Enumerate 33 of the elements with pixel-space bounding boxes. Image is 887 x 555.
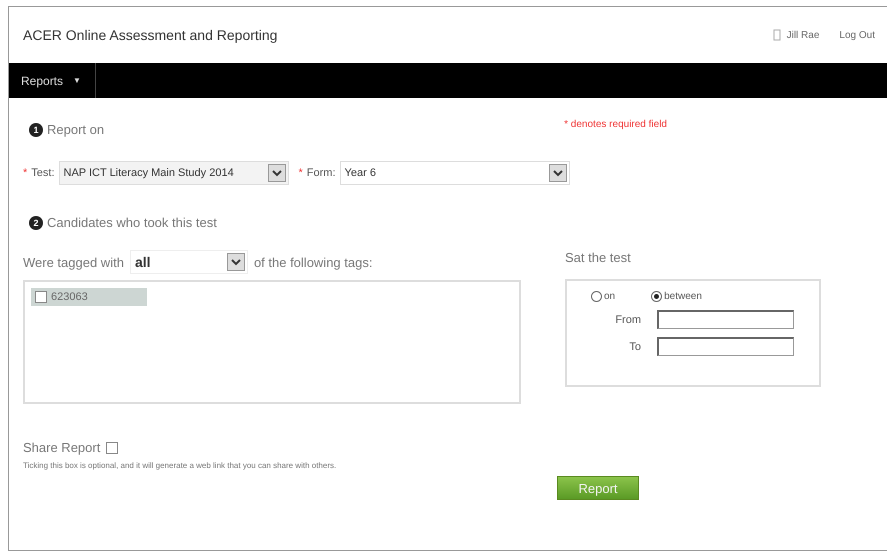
to-field[interactable] xyxy=(657,337,794,356)
user-icon xyxy=(772,29,781,41)
form-label: Form: xyxy=(306,167,336,179)
section-title: Candidates who took this test xyxy=(47,215,217,230)
tag-filter-label: Were tagged with xyxy=(23,254,124,270)
radio-icon[interactable] xyxy=(651,291,662,302)
to-label: To xyxy=(628,340,642,352)
checkbox[interactable] xyxy=(106,442,118,454)
share-hint: Ticking this box is optional, and it will generate a web link that you can share with others. xyxy=(23,461,338,470)
step-number: 2 xyxy=(29,216,43,230)
from-field[interactable] xyxy=(657,310,794,329)
match-dropdown[interactable]: all xyxy=(130,250,248,274)
radio-icon[interactable] xyxy=(591,291,602,302)
required-mark: * xyxy=(298,167,303,179)
required-note: * denotes required field xyxy=(564,119,667,130)
test-label: Test: xyxy=(31,167,55,179)
sat-title: Sat the test xyxy=(565,250,632,265)
user-name[interactable]: Jill Rae xyxy=(786,30,820,40)
share-label: Share Report xyxy=(23,440,100,455)
radio-option[interactable]: on xyxy=(591,291,616,302)
app-title: ACER Online Assessment and Reporting xyxy=(23,27,278,43)
step-number: 1 xyxy=(29,122,43,136)
radio-option[interactable]: between xyxy=(651,291,702,302)
section-title: Report on xyxy=(47,122,104,137)
test-dropdown[interactable]: NAP ICT Literacy Main Study 2014 xyxy=(58,161,289,185)
from-label: From xyxy=(614,314,642,326)
tag-filter-label: of the following tags: xyxy=(254,254,372,270)
checkbox[interactable] xyxy=(35,291,47,303)
form-dropdown[interactable]: Year 6 xyxy=(340,161,570,185)
logout-link[interactable]: Log Out xyxy=(839,30,875,40)
reports-menu[interactable]: Reports ▼ xyxy=(9,63,96,98)
required-mark: * xyxy=(23,167,28,179)
tag-item[interactable]: 623063 xyxy=(31,288,147,306)
